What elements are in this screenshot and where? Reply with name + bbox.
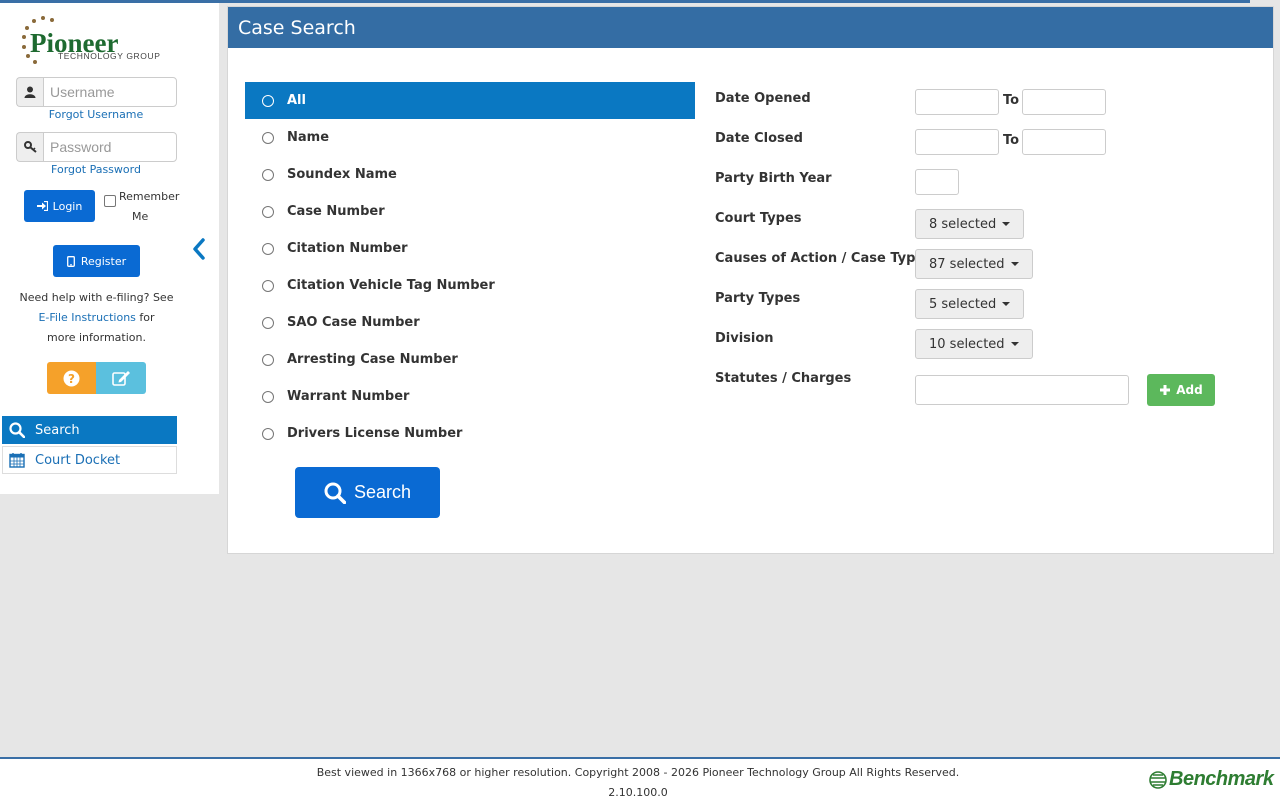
nav-item-label: Search — [35, 422, 80, 438]
court-types-dropdown[interactable]: 8 selected — [915, 209, 1025, 239]
key-icon — [16, 132, 43, 162]
radio-button[interactable] — [262, 427, 274, 440]
benchmark-logo: Benchmark — [1149, 768, 1274, 791]
username-group — [16, 77, 177, 107]
search-option-case-number[interactable]: Case Number — [245, 193, 695, 230]
radio-button[interactable] — [262, 390, 274, 403]
pioneer-logo: Pioneer TECHNOLOGY GROUP — [22, 16, 161, 64]
search-option-all[interactable]: All — [245, 82, 695, 119]
party-types-label: Party Types — [715, 291, 801, 306]
forgot-password-link[interactable]: Forgot Password — [0, 163, 192, 176]
date-opened-label: Date Opened — [715, 91, 811, 106]
radio-button[interactable] — [262, 242, 274, 255]
division-dropdown[interactable]: 10 selected — [915, 329, 1033, 359]
search-icon — [9, 422, 25, 438]
radio-button[interactable] — [262, 94, 274, 107]
causes-of-action-dropdown[interactable]: 87 selected — [915, 249, 1033, 279]
statutes-charges-input[interactable] — [915, 375, 1129, 405]
search-option-sao-case-number[interactable]: SAO Case Number — [245, 304, 695, 341]
court-types-label: Court Types — [715, 211, 802, 226]
causes-of-action-label: Causes of Action / Case Types — [715, 251, 932, 266]
date-closed-label: Date Closed — [715, 131, 803, 146]
help-button-group: ? — [47, 362, 146, 394]
edit-icon — [111, 371, 130, 386]
register-button[interactable]: Register — [53, 245, 140, 277]
date-closed-to-input[interactable] — [1022, 129, 1106, 155]
efile-help-text: Need help with e-filing? See E-File Inst… — [19, 291, 174, 344]
help-button[interactable]: ? — [47, 362, 96, 394]
case-search-panel: Case Search All Name Soundex Name Case N… — [227, 6, 1274, 554]
search-button-label: Search — [353, 482, 412, 502]
benchmark-globe-icon — [1149, 770, 1167, 789]
sidebar: Pioneer TECHNOLOGY GROUP Forgot Username… — [0, 3, 219, 494]
radio-button[interactable] — [262, 279, 274, 292]
date-closed-to-label: To — [1003, 133, 1020, 148]
username-input[interactable] — [43, 77, 177, 107]
search-option-name[interactable]: Name — [245, 119, 695, 156]
sidebar-nav: Search Court Docket — [2, 416, 177, 474]
login-label: Login — [52, 199, 83, 213]
password-group — [16, 132, 177, 162]
nav-item-label: Court Docket — [35, 452, 121, 468]
svg-text:TECHNOLOGY GROUP: TECHNOLOGY GROUP — [58, 51, 161, 61]
nav-item-court-docket[interactable]: Court Docket — [2, 446, 177, 474]
footer-text: Best viewed in 1366x768 or higher resolu… — [0, 763, 1276, 800]
statutes-charges-label: Statutes / Charges — [715, 371, 852, 386]
sign-in-icon — [36, 201, 48, 211]
division-label: Division — [715, 331, 774, 346]
search-option-soundex-name[interactable]: Soundex Name — [245, 156, 695, 193]
caret-down-icon — [1002, 302, 1011, 306]
version-text: 2.10.100.0 — [608, 786, 668, 799]
question-circle-icon: ? — [63, 370, 80, 386]
calendar-icon — [9, 453, 25, 468]
collapse-sidebar-icon[interactable] — [190, 237, 208, 261]
edit-button[interactable] — [96, 362, 146, 394]
date-opened-to-input[interactable] — [1022, 89, 1106, 115]
plus-icon — [1160, 385, 1171, 395]
mobile-icon — [66, 255, 75, 267]
password-input[interactable] — [43, 132, 177, 162]
caret-down-icon — [1010, 342, 1019, 346]
date-opened-to-label: To — [1003, 93, 1020, 108]
add-button-label: Add — [1176, 383, 1203, 397]
remember-me-label-2: Me — [132, 210, 149, 223]
remember-me-checkbox[interactable] — [104, 195, 116, 207]
add-statute-button[interactable]: Add — [1147, 374, 1215, 406]
search-button[interactable]: Search — [295, 467, 440, 518]
forgot-username-link[interactable]: Forgot Username — [0, 108, 192, 121]
remember-me-label: Remember — [119, 190, 180, 203]
search-option-citation-number[interactable]: Citation Number — [245, 230, 695, 267]
search-option-arresting-case-number[interactable]: Arresting Case Number — [245, 341, 695, 378]
date-opened-from-input[interactable] — [915, 89, 999, 115]
caret-down-icon — [1002, 222, 1011, 226]
user-icon — [16, 77, 43, 107]
footer: Best viewed in 1366x768 or higher resolu… — [0, 757, 1280, 800]
login-button[interactable]: Login — [24, 190, 95, 222]
register-label: Register — [80, 254, 127, 268]
radio-button[interactable] — [262, 353, 274, 366]
search-type-options: All Name Soundex Name Case Number Citati… — [245, 82, 695, 452]
copyright-text: Best viewed in 1366x768 or higher resolu… — [316, 766, 960, 779]
search-option-citation-vehicle-tag[interactable]: Citation Vehicle Tag Number — [245, 267, 695, 304]
search-option-warrant-number[interactable]: Warrant Number — [245, 378, 695, 415]
radio-button[interactable] — [262, 205, 274, 218]
nav-item-search[interactable]: Search — [2, 416, 177, 444]
party-birth-year-input[interactable] — [915, 169, 959, 195]
search-option-drivers-license[interactable]: Drivers License Number — [245, 415, 695, 452]
radio-button[interactable] — [262, 316, 274, 329]
efile-instructions-link[interactable]: E-File Instructions — [38, 311, 135, 324]
party-birth-year-label: Party Birth Year — [715, 171, 832, 186]
caret-down-icon — [1010, 262, 1019, 266]
svg-text:?: ? — [68, 372, 75, 386]
date-closed-from-input[interactable] — [915, 129, 999, 155]
radio-button[interactable] — [262, 131, 274, 144]
radio-button[interactable] — [262, 168, 274, 181]
search-icon — [324, 482, 346, 504]
page-title: Case Search — [228, 7, 1273, 48]
party-types-dropdown[interactable]: 5 selected — [915, 289, 1025, 319]
